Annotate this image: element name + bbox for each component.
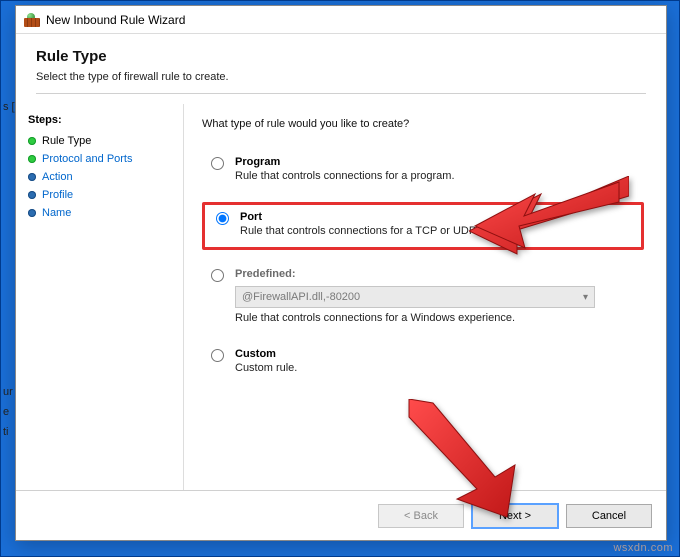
step-bullet-icon	[28, 155, 36, 163]
step-bullet-icon	[28, 191, 36, 199]
radio-port[interactable]	[216, 212, 229, 225]
step-label: Profile	[42, 189, 73, 201]
annotation-highlight-port: Port Rule that controls connections for …	[202, 202, 644, 250]
option-custom[interactable]: Custom Custom rule.	[202, 344, 644, 380]
radio-program[interactable]	[211, 157, 224, 170]
option-label: Port	[240, 211, 501, 223]
step-rule-type[interactable]: Rule Type	[26, 132, 177, 150]
step-label: Action	[42, 171, 73, 183]
steps-heading: Steps:	[28, 114, 175, 126]
predefined-select-value: @FirewallAPI.dll,-80200	[242, 291, 360, 303]
steps-panel: Steps: Rule Type Protocol and Ports Acti…	[16, 104, 184, 492]
step-bullet-icon	[28, 137, 36, 145]
wizard-header: Rule Type Select the type of firewall ru…	[16, 34, 666, 104]
chevron-down-icon: ▾	[583, 292, 588, 303]
predefined-select: @FirewallAPI.dll,-80200 ▾	[235, 286, 595, 308]
option-description: Rule that controls connections for a Win…	[235, 312, 595, 324]
step-label: Name	[42, 207, 71, 219]
step-label: Rule Type	[42, 135, 91, 147]
option-description: Rule that controls connections for a TCP…	[240, 225, 501, 237]
cancel-button[interactable]: Cancel	[566, 504, 652, 528]
wizard-window: New Inbound Rule Wizard Rule Type Select…	[15, 5, 667, 541]
header-divider	[36, 93, 646, 94]
step-name[interactable]: Name	[26, 204, 177, 222]
radio-custom[interactable]	[211, 349, 224, 362]
watermark: wsxdn.com	[613, 542, 673, 554]
step-protocol-and-ports[interactable]: Protocol and Ports	[26, 150, 177, 168]
step-label: Protocol and Ports	[42, 153, 133, 165]
step-bullet-icon	[28, 209, 36, 217]
next-button[interactable]: Next >	[472, 504, 558, 528]
option-description: Rule that controls connections for a pro…	[235, 170, 455, 182]
wizard-footer: < Back Next > Cancel	[16, 490, 666, 540]
window-title: New Inbound Rule Wizard	[46, 13, 185, 27]
back-button[interactable]: < Back	[378, 504, 464, 528]
option-program[interactable]: Program Rule that controls connections f…	[202, 152, 644, 188]
option-label: Predefined:	[235, 268, 595, 280]
option-label: Custom	[235, 348, 297, 360]
option-label: Program	[235, 156, 455, 168]
titlebar[interactable]: New Inbound Rule Wizard	[16, 6, 666, 34]
wizard-main: What type of rule would you like to crea…	[184, 104, 666, 492]
step-bullet-icon	[28, 173, 36, 181]
page-subtitle: Select the type of firewall rule to crea…	[36, 71, 646, 83]
prompt-text: What type of rule would you like to crea…	[202, 118, 644, 130]
step-action[interactable]: Action	[26, 168, 177, 186]
firewall-icon	[24, 13, 40, 27]
option-predefined[interactable]: Predefined: @FirewallAPI.dll,-80200 ▾ Ru…	[202, 264, 644, 330]
radio-predefined[interactable]	[211, 269, 224, 282]
step-profile[interactable]: Profile	[26, 186, 177, 204]
page-title: Rule Type	[36, 48, 646, 65]
rule-type-options: Program Rule that controls connections f…	[202, 152, 644, 380]
option-description: Custom rule.	[235, 362, 297, 374]
option-port[interactable]: Port Rule that controls connections for …	[211, 211, 633, 237]
